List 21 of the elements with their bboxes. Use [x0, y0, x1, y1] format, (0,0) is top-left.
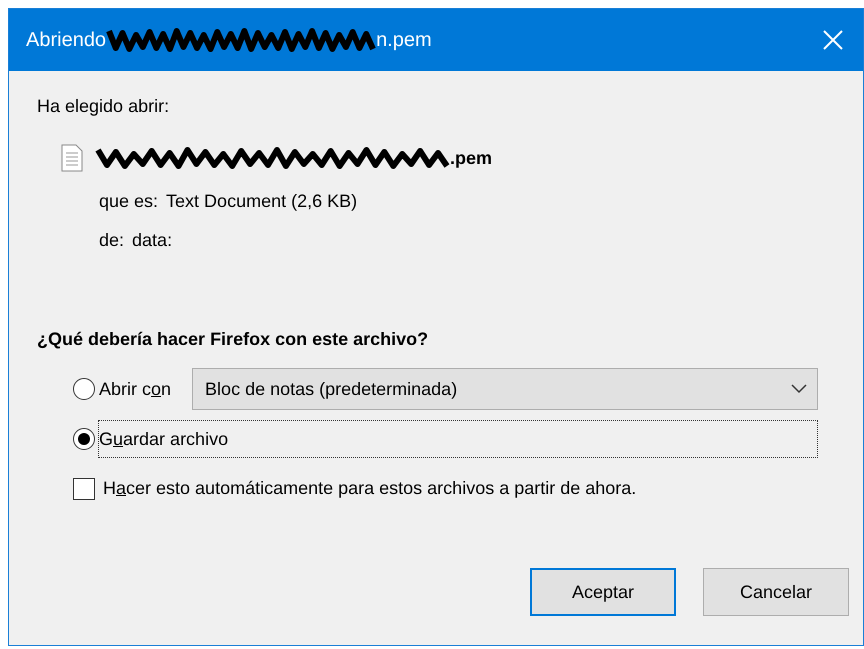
- intro-text: Ha elegido abrir:: [37, 95, 170, 118]
- field-label: que es:: [99, 190, 158, 213]
- radio-button[interactable]: [73, 428, 95, 450]
- file-name: .pem: [450, 146, 492, 170]
- dialog-button[interactable]: Aceptar: [530, 568, 676, 616]
- window-title: n.pem: [376, 28, 432, 53]
- radio-label[interactable]: Abrir con: [98, 370, 172, 408]
- checkbox-label[interactable]: Hacer esto automáticamente para estos archivos a partir de ahora.: [103, 475, 636, 502]
- chevron-down-icon: [791, 384, 807, 394]
- checkbox[interactable]: [73, 478, 95, 500]
- field-label: de:: [99, 229, 124, 252]
- question-heading: ¿Qué debería hacer Firefox con este archivo?: [37, 328, 430, 351]
- window-title: Abriendo: [26, 28, 106, 53]
- radio-button[interactable]: [73, 378, 95, 400]
- dialog-button[interactable]: Cancelar: [703, 568, 849, 616]
- close-icon: [823, 30, 843, 50]
- radio-label[interactable]: Guardar archivo: [98, 420, 818, 458]
- app-dropdown[interactable]: Bloc de notas (predeterminada): [192, 368, 818, 410]
- file-source: data:: [132, 229, 172, 252]
- file-type: Text Document (2,6 KB): [166, 190, 358, 213]
- document-icon: [61, 144, 83, 172]
